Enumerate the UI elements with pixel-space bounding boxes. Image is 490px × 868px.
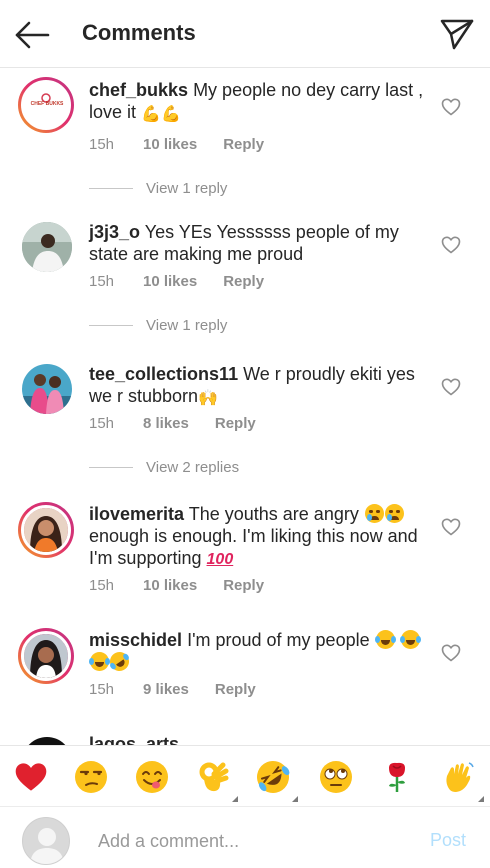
view-replies-link[interactable]: View 1 reply [89,315,227,335]
emoji-button-waving-hand[interactable] [440,758,484,802]
crying-face-icon [384,504,404,523]
emoji-button-rose[interactable] [378,758,416,796]
red-heart-icon [15,763,47,791]
comment-input[interactable] [98,828,398,854]
avatar-caption: CHEF BUKKS [30,101,64,107]
comment-meta: 15h 10 likes Reply [89,273,264,290]
view-replies-label: View 1 reply [146,316,228,334]
view-replies-label: View 2 replies [146,458,240,476]
face-with-rolling-eyes-icon [320,761,352,793]
post-button[interactable]: Post [430,830,466,851]
emoji-button-red-heart[interactable] [12,758,50,796]
avatar[interactable] [18,502,74,558]
comment-username[interactable]: misschidel [89,630,182,650]
variant-indicator [478,796,484,802]
emoji-button-ok-hand[interactable] [194,758,238,802]
comment-time: 15h [89,415,115,432]
profile-photo [22,364,72,414]
comment-username[interactable]: lagos_arts [89,734,179,745]
comment-username[interactable]: chef_bukks [89,80,188,100]
comment-body-continued: enough is enough. I'm liking this now an… [89,526,418,568]
comment-text: j3j3_o Yes YEs Yessssss people of my sta… [89,221,424,265]
reply-button[interactable]: Reply [223,273,264,290]
header-bar: Comments [0,0,490,68]
likes-count-link[interactable]: 10 likes [143,577,197,594]
comment-composer: Post [0,808,490,868]
profile-photo [24,634,68,678]
avatar[interactable] [18,628,74,684]
comment-time: 15h [89,681,115,698]
face-savoring-food-icon [136,761,168,793]
heart-outline-icon[interactable] [441,236,461,254]
my-avatar[interactable] [22,817,70,865]
unamused-face-icon [75,761,107,793]
hundred-points-icon: 100 [206,551,234,568]
crying-face-icon [364,504,384,523]
tears-of-joy-icon [399,630,421,649]
comment-body: I'm proud of my people [187,630,370,650]
emoji-button-savoring[interactable] [133,758,171,796]
comment-username[interactable]: j3j3_o [89,222,140,242]
raising-hands-icon: 🙌 [198,390,218,407]
comment-meta: 15h 8 likes Reply [89,415,256,432]
avatar[interactable] [22,364,72,414]
emoji-quick-bar [0,745,490,807]
likes-count-link[interactable]: 8 likes [143,415,189,432]
variant-indicator [232,796,238,802]
comment-text: misschidel I'm proud of my people [89,629,424,675]
comments-list[interactable]: CHEF BUKKS chef_bukks My people no dey c… [0,69,490,745]
tears-of-joy-icon [89,652,110,671]
tears-of-joy-icon [374,630,396,649]
variant-indicator [292,796,298,802]
profile-photo [22,222,72,272]
comment-time: 15h [89,136,115,153]
comment-text: chef_bukks My people no dey carry last ,… [89,79,424,126]
likes-count-link[interactable]: 10 likes [143,273,197,290]
comment-time: 15h [89,273,115,290]
comment-text: lagos_arts [89,733,424,745]
rose-icon [389,762,405,792]
likes-count-link[interactable]: 9 likes [143,681,189,698]
page-title: Comments [82,20,196,45]
heart-outline-icon[interactable] [441,518,461,536]
view-replies-link[interactable]: View 2 replies [89,457,239,477]
comment-meta: 15h 10 likes Reply [89,136,264,153]
reply-button[interactable]: Reply [215,415,256,432]
emoji-button-rolling-eyes[interactable] [317,758,355,796]
comment-meta: 15h 10 likes Reply [89,577,264,594]
divider [89,324,133,326]
waving-hand-icon [446,762,474,792]
comment-text: ilovemerita The youths are angry enough … [89,503,424,571]
divider [89,187,133,189]
comment-meta: 15h 9 likes Reply [89,681,256,698]
heart-outline-icon[interactable] [441,98,461,116]
rolling-on-floor-laughing-icon [257,761,290,793]
reply-button[interactable]: Reply [223,577,264,594]
profile-photo [24,508,68,552]
avatar[interactable] [22,737,72,745]
flexed-biceps-icon: 💪 [141,106,161,123]
ok-hand-icon [199,762,229,792]
default-user-icon [30,828,64,864]
heart-outline-icon[interactable] [441,378,461,396]
heart-outline-icon[interactable] [441,644,461,662]
emoji-button-unamused[interactable] [72,758,110,796]
arrow-left-icon[interactable] [14,20,50,50]
emoji-button-rofl[interactable] [254,758,298,802]
comment-body: The youths are angry [188,504,359,524]
reply-button[interactable]: Reply [215,681,256,698]
divider [89,466,133,468]
comment-text: tee_collections11 We r proudly ekiti yes… [89,363,424,410]
flexed-biceps-icon: 💪 [160,106,181,123]
avatar[interactable] [22,222,72,272]
rolling-on-floor-laughing-icon [106,648,133,675]
comment-username[interactable]: tee_collections11 [89,364,238,384]
comment-time: 15h [89,577,115,594]
view-replies-link[interactable]: View 1 reply [89,178,227,198]
comment-username[interactable]: ilovemerita [89,504,184,524]
reply-button[interactable]: Reply [223,136,264,153]
view-replies-label: View 1 reply [146,179,228,197]
paper-plane-icon[interactable] [439,17,475,51]
likes-count-link[interactable]: 10 likes [143,136,197,153]
